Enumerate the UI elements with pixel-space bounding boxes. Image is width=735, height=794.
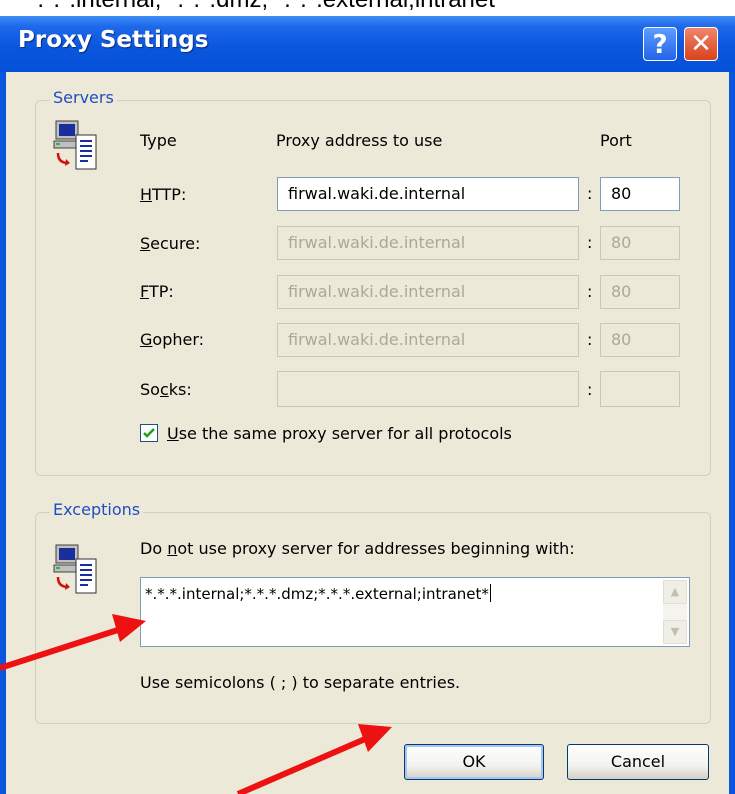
socks-address-input[interactable] bbox=[277, 371, 579, 407]
http-colon: : bbox=[587, 184, 593, 203]
secure-address-input[interactable]: firwal.waki.de.internal bbox=[277, 226, 579, 260]
exceptions-group-label: Exceptions bbox=[50, 500, 144, 519]
secure-port-input[interactable]: 80 bbox=[600, 226, 680, 260]
exceptions-value: *.*.*.internal;*.*.*.dmz;*.*.*.external;… bbox=[145, 585, 489, 603]
window-title: Proxy Settings bbox=[18, 27, 209, 53]
servers-group: Servers Type Proxy address to use Port H… bbox=[35, 88, 711, 476]
scroll-down-icon[interactable]: ▼ bbox=[663, 620, 687, 644]
http-label: HTTP: bbox=[140, 185, 187, 204]
same-proxy-checkbox[interactable] bbox=[140, 424, 158, 442]
ftp-label: FTP: bbox=[140, 282, 174, 301]
http-port-input[interactable]: 80 bbox=[600, 177, 680, 211]
exceptions-scrollbar[interactable]: ▲ ▼ bbox=[663, 580, 687, 644]
gopher-label: Gopher: bbox=[140, 330, 205, 349]
exceptions-textarea[interactable]: *.*.*.internal;*.*.*.dmz;*.*.*.external;… bbox=[140, 577, 690, 647]
ok-button[interactable]: OK bbox=[404, 744, 544, 780]
ftp-port-input[interactable]: 80 bbox=[600, 275, 680, 309]
help-button[interactable]: ? bbox=[643, 27, 677, 61]
socks-colon: : bbox=[587, 380, 593, 399]
title-bar[interactable]: Proxy Settings ? ✕ bbox=[0, 16, 735, 72]
http-address-input[interactable]: firwal.waki.de.internal bbox=[277, 177, 579, 211]
gopher-colon: : bbox=[587, 330, 593, 349]
exceptions-description: Do not use proxy server for addresses be… bbox=[140, 539, 575, 558]
scroll-up-icon[interactable]: ▲ bbox=[663, 580, 687, 604]
semicolon-hint: Use semicolons ( ; ) to separate entries… bbox=[140, 673, 461, 692]
close-button[interactable]: ✕ bbox=[684, 27, 718, 61]
servers-group-label: Servers bbox=[50, 88, 117, 107]
port-header: Port bbox=[600, 131, 632, 150]
ftp-address-input[interactable]: firwal.waki.de.internal bbox=[277, 275, 579, 309]
cancel-button[interactable]: Cancel bbox=[567, 744, 709, 780]
text-caret bbox=[489, 584, 491, 602]
proxy-settings-window: Proxy Settings ? ✕ Servers Type Proxy ad… bbox=[0, 16, 735, 794]
socks-label: Socks: bbox=[140, 380, 192, 399]
socks-port-input[interactable] bbox=[600, 371, 680, 407]
network-computer-icon bbox=[53, 544, 97, 594]
exceptions-group: Exceptions Do not use proxy server for a… bbox=[35, 500, 711, 724]
secure-colon: : bbox=[587, 233, 593, 252]
same-proxy-label[interactable]: Use the same proxy server for all protoc… bbox=[167, 424, 512, 443]
checkmark-icon bbox=[143, 428, 155, 438]
address-header: Proxy address to use bbox=[276, 131, 443, 150]
secure-label: Secure: bbox=[140, 234, 201, 253]
top-caption: *.*.*.internal; *.*.*.dmz; *.*.*.externa… bbox=[0, 0, 735, 16]
dialog-client-area: Servers Type Proxy address to use Port H… bbox=[6, 72, 729, 794]
ftp-colon: : bbox=[587, 282, 593, 301]
gopher-address-input[interactable]: firwal.waki.de.internal bbox=[277, 323, 579, 357]
network-computer-icon bbox=[53, 120, 97, 170]
type-header: Type bbox=[140, 131, 177, 150]
gopher-port-input[interactable]: 80 bbox=[600, 323, 680, 357]
